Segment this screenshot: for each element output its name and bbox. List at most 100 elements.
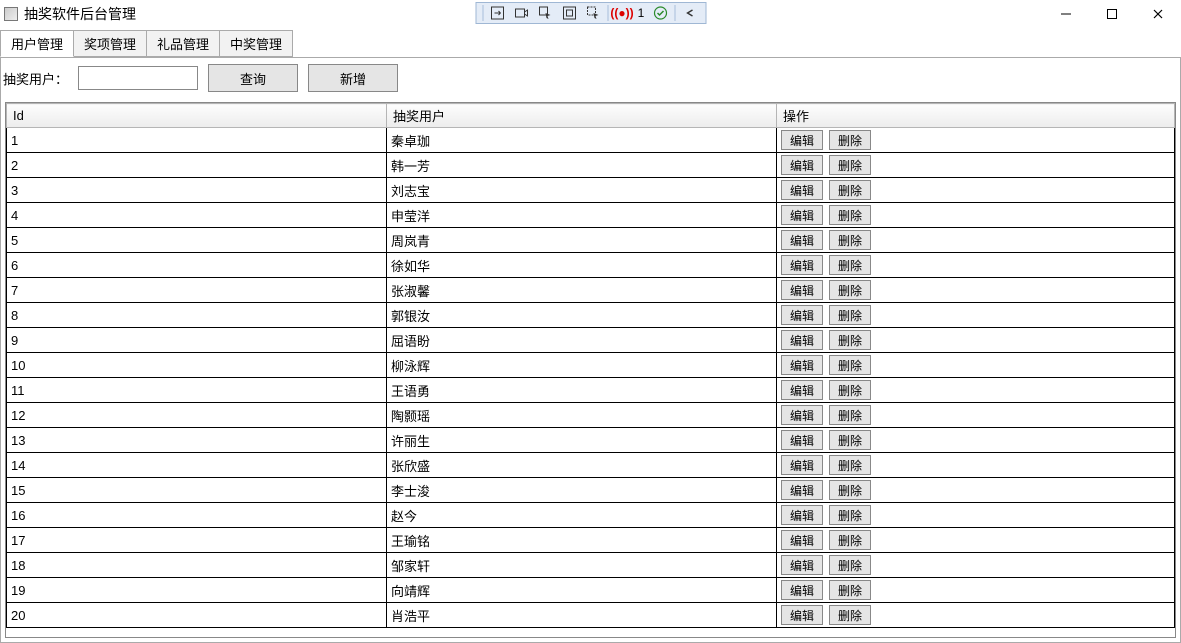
edit-button[interactable]: 编辑	[781, 430, 823, 450]
delete-button[interactable]: 删除	[829, 605, 871, 625]
cell-id: 9	[7, 328, 387, 353]
delete-button[interactable]: 删除	[829, 580, 871, 600]
edit-button[interactable]: 编辑	[781, 180, 823, 200]
cell-id: 16	[7, 503, 387, 528]
edit-button[interactable]: 编辑	[781, 280, 823, 300]
delete-button[interactable]: 删除	[829, 305, 871, 325]
cell-ops: 编辑删除	[777, 178, 1175, 203]
tab-2[interactable]: 礼品管理	[146, 30, 220, 57]
window-controls	[1057, 5, 1177, 23]
edit-button[interactable]: 编辑	[781, 155, 823, 175]
edit-button[interactable]: 编辑	[781, 205, 823, 225]
track-focus-icon[interactable]	[582, 4, 604, 22]
maximize-button[interactable]	[1103, 5, 1121, 23]
table-row: 11王语勇编辑删除	[7, 378, 1175, 403]
edit-button[interactable]: 编辑	[781, 330, 823, 350]
table-row: 8郭银汝编辑删除	[7, 303, 1175, 328]
cell-ops: 编辑删除	[777, 378, 1175, 403]
cell-id: 12	[7, 403, 387, 428]
delete-button[interactable]: 删除	[829, 255, 871, 275]
table-row: 5周岚青编辑删除	[7, 228, 1175, 253]
edit-button[interactable]: 编辑	[781, 255, 823, 275]
table-row: 18邹家轩编辑删除	[7, 553, 1175, 578]
delete-button[interactable]: 删除	[829, 405, 871, 425]
query-button[interactable]: 查询	[208, 64, 298, 92]
delete-button[interactable]: 删除	[829, 155, 871, 175]
cell-user: 李士浚	[387, 478, 777, 503]
table-row: 14张欣盛编辑删除	[7, 453, 1175, 478]
cell-id: 15	[7, 478, 387, 503]
delete-button[interactable]: 删除	[829, 230, 871, 250]
delete-button[interactable]: 删除	[829, 505, 871, 525]
cell-user: 秦卓珈	[387, 128, 777, 153]
edit-button[interactable]: 编辑	[781, 405, 823, 425]
col-header-ops[interactable]: 操作	[777, 104, 1175, 128]
cell-ops: 编辑删除	[777, 203, 1175, 228]
close-button[interactable]	[1149, 5, 1167, 23]
add-button[interactable]: 新增	[308, 64, 398, 92]
cell-id: 7	[7, 278, 387, 303]
table-row: 15李士浚编辑删除	[7, 478, 1175, 503]
cell-id: 10	[7, 353, 387, 378]
delete-button[interactable]: 删除	[829, 355, 871, 375]
cell-ops: 编辑删除	[777, 303, 1175, 328]
edit-button[interactable]: 编辑	[781, 130, 823, 150]
edit-button[interactable]: 编辑	[781, 480, 823, 500]
cell-user: 肖浩平	[387, 603, 777, 628]
delete-button[interactable]: 删除	[829, 555, 871, 575]
select-element-icon[interactable]	[534, 4, 556, 22]
edit-button[interactable]: 编辑	[781, 305, 823, 325]
minimize-button[interactable]	[1057, 5, 1075, 23]
cell-user: 柳泳辉	[387, 353, 777, 378]
cell-ops: 编辑删除	[777, 278, 1175, 303]
tab-0[interactable]: 用户管理	[0, 30, 74, 57]
tab-1[interactable]: 奖项管理	[73, 30, 147, 57]
edit-button[interactable]: 编辑	[781, 580, 823, 600]
delete-button[interactable]: 删除	[829, 180, 871, 200]
delete-button[interactable]: 删除	[829, 130, 871, 150]
grid-scroll[interactable]: Id 抽奖用户 操作 1秦卓珈编辑删除2韩一芳编辑删除3刘志宝编辑删除4申莹洋编…	[6, 103, 1175, 637]
delete-button[interactable]: 删除	[829, 280, 871, 300]
cell-id: 17	[7, 528, 387, 553]
debug-toolbar: ((●)) 1	[475, 2, 706, 24]
delete-button[interactable]: 删除	[829, 455, 871, 475]
edit-button[interactable]: 编辑	[781, 380, 823, 400]
collapse-toolbar-icon[interactable]	[678, 4, 700, 22]
edit-button[interactable]: 编辑	[781, 555, 823, 575]
col-header-user[interactable]: 抽奖用户	[387, 104, 777, 128]
check-icon[interactable]	[649, 4, 671, 22]
table-row: 13许丽生编辑删除	[7, 428, 1175, 453]
delete-button[interactable]: 删除	[829, 330, 871, 350]
app-icon	[4, 7, 18, 21]
cell-user: 刘志宝	[387, 178, 777, 203]
edit-button[interactable]: 编辑	[781, 230, 823, 250]
cell-id: 18	[7, 553, 387, 578]
edit-button[interactable]: 编辑	[781, 605, 823, 625]
delete-button[interactable]: 删除	[829, 480, 871, 500]
record-count: 1	[635, 4, 647, 22]
edit-button[interactable]: 编辑	[781, 530, 823, 550]
col-header-id[interactable]: Id	[7, 104, 387, 128]
cell-user: 郭银汝	[387, 303, 777, 328]
delete-button[interactable]: 删除	[829, 530, 871, 550]
cell-ops: 编辑删除	[777, 128, 1175, 153]
edit-button[interactable]: 编辑	[781, 455, 823, 475]
delete-button[interactable]: 删除	[829, 380, 871, 400]
cell-user: 许丽生	[387, 428, 777, 453]
tab-panel: 抽奖用户： 查询 新增 Id 抽奖用户 操作 1秦卓珈编辑删除2韩一芳编辑删除3…	[0, 57, 1181, 643]
live-visual-tree-icon[interactable]	[486, 4, 508, 22]
cell-ops: 编辑删除	[777, 328, 1175, 353]
edit-button[interactable]: 编辑	[781, 355, 823, 375]
cell-id: 3	[7, 178, 387, 203]
delete-button[interactable]: 删除	[829, 205, 871, 225]
layout-adorners-icon[interactable]	[558, 4, 580, 22]
camera-icon[interactable]	[510, 4, 532, 22]
record-icon[interactable]: ((●))	[611, 4, 633, 22]
cell-ops: 编辑删除	[777, 428, 1175, 453]
search-input[interactable]	[78, 66, 198, 90]
tabstrip: 用户管理奖项管理礼品管理中奖管理	[0, 30, 1181, 58]
edit-button[interactable]: 编辑	[781, 505, 823, 525]
tab-3[interactable]: 中奖管理	[219, 30, 293, 57]
delete-button[interactable]: 删除	[829, 430, 871, 450]
table-row: 9屈语盼编辑删除	[7, 328, 1175, 353]
